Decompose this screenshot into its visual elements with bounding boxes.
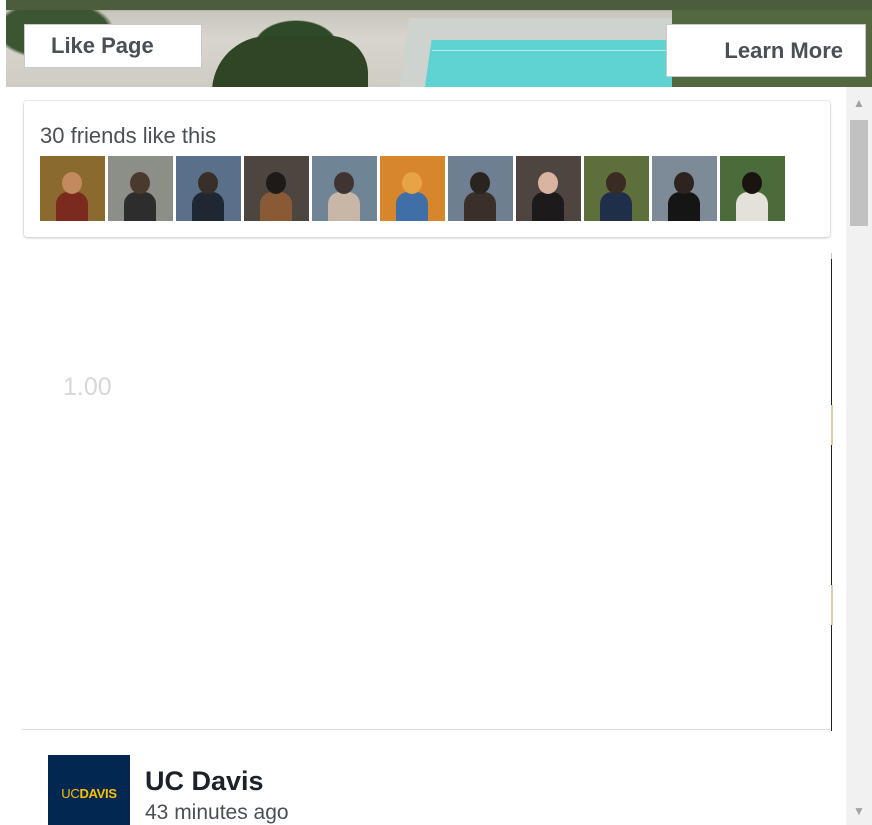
friends-like-count: 30 friends like this [40,123,217,148]
avatar-head [198,172,218,194]
page-plugin-content: 30 friends like this 1.00 UC DAVIS UC Dav… [0,87,846,825]
avatar-head [674,172,694,194]
avatar-head [334,172,354,194]
avatar-body [396,192,428,221]
avatar-head [470,172,490,194]
gauge-value: 1.00 [63,373,112,401]
friend-avatar-10[interactable] [652,156,717,221]
page-avatar[interactable]: UC DAVIS [48,755,130,825]
avatar-head [742,172,762,194]
avatar-body [56,192,88,221]
embedded-post-frame: 1.00 [22,253,833,731]
avatar-logo-davis: DAVIS [79,785,117,801]
friend-avatar-9[interactable] [584,156,649,221]
friend-avatar-6[interactable] [380,156,445,221]
avatar-head [266,172,286,194]
frame-edge-mark [831,405,833,445]
post-timestamp[interactable]: 43 minutes ago [145,801,289,825]
cover-photo-grass [6,0,872,10]
scroll-down-arrow-icon[interactable]: ▼ [846,799,872,823]
avatar-body [260,192,292,221]
avatar-body [600,192,632,221]
friend-avatar-7[interactable] [448,156,513,221]
avatar-head [130,172,150,194]
friend-avatars-row [40,156,785,221]
learn-more-button[interactable]: Learn More [666,24,866,77]
friend-avatar-4[interactable] [244,156,309,221]
friend-avatar-2[interactable] [108,156,173,221]
scroll-up-arrow-icon[interactable]: ▲ [846,91,872,115]
avatar-body [464,192,496,221]
frame-edge-mark [831,585,833,625]
avatar-body [124,192,156,221]
avatar-head [62,172,82,194]
avatar-head [538,172,558,194]
cover-photo-pool [424,40,700,87]
vertical-scrollbar[interactable]: ▲ ▼ [846,87,872,825]
scrollbar-thumb[interactable] [850,120,868,226]
like-page-button[interactable]: Like Page [24,24,202,68]
friend-avatar-3[interactable] [176,156,241,221]
cover-photo-pool-lane [431,50,701,51]
cover-photo-lawn [212,36,368,87]
avatar-body [668,192,700,221]
avatar-logo-uc: UC [61,785,80,801]
frame-top-mark [831,253,832,259]
friends-like-card: 30 friends like this [24,101,830,237]
page-name-link[interactable]: UC Davis [145,766,264,797]
avatar-body [532,192,564,221]
friend-avatar-5[interactable] [312,156,377,221]
post-header: UC DAVIS UC Davis 43 minutes ago [22,729,830,825]
avatar-body [192,192,224,221]
avatar-head [606,172,626,194]
avatar-body [328,192,360,221]
friend-avatar-1[interactable] [40,156,105,221]
avatar-body [736,192,768,221]
friend-avatar-11[interactable] [720,156,785,221]
friend-avatar-8[interactable] [516,156,581,221]
avatar-head [402,172,422,194]
